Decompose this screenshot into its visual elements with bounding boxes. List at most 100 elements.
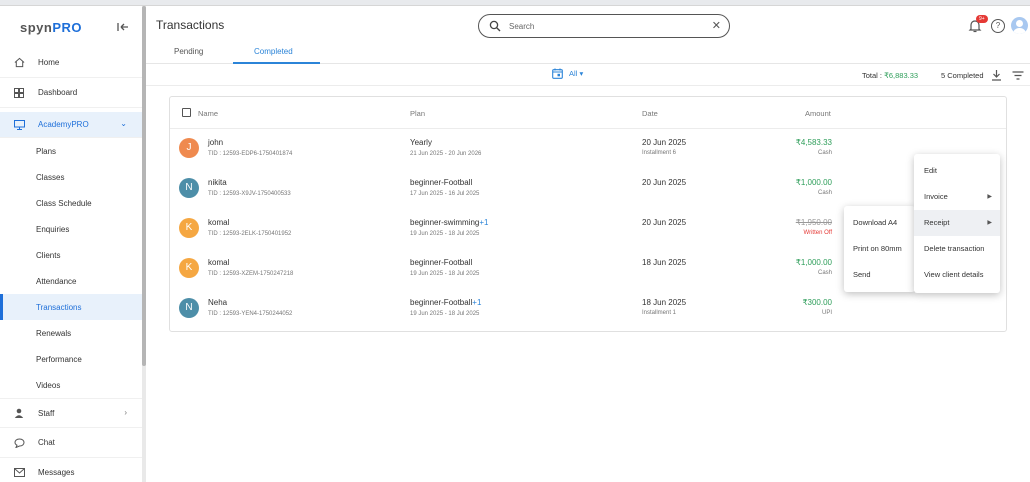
sidebar-subitem-transactions[interactable]: Transactions	[0, 294, 145, 320]
payment-mode: Cash	[817, 270, 832, 276]
menu-item-print-80mm[interactable]: Print on 80mm	[844, 236, 915, 262]
client-avatar: N	[179, 178, 199, 198]
home-icon	[12, 56, 26, 70]
filter-icon[interactable]	[1012, 71, 1024, 80]
payment-mode: Cash	[817, 190, 832, 196]
menu-item-download-a4[interactable]: Download A4	[844, 210, 915, 236]
calendar-icon[interactable]	[552, 68, 563, 79]
monitor-icon	[12, 118, 26, 132]
page-title: Transactions	[156, 18, 225, 32]
installment-label: Installment 1	[642, 310, 677, 316]
sidebar-item-chat[interactable]: Chat	[0, 428, 145, 458]
plan-period: 19 Jun 2025 - 18 Jul 2025	[410, 271, 480, 277]
dashboard-icon	[12, 86, 26, 100]
menu-item-send[interactable]: Send	[844, 262, 915, 288]
transaction-date: 18 Jun 2025	[642, 258, 687, 267]
sidebar-subitem-attendance[interactable]: Attendance	[0, 268, 145, 294]
logo-row: spynPRO	[0, 6, 145, 48]
sidebar-subitem-clients[interactable]: Clients	[0, 242, 145, 268]
search-icon	[489, 20, 501, 32]
transaction-id: TID : 12593-EDP6-1750401874	[208, 151, 293, 157]
client-name[interactable]: john	[208, 138, 223, 147]
sidebar-subitem-class-schedule[interactable]: Class Schedule	[0, 190, 145, 216]
collapse-sidebar-icon[interactable]	[116, 20, 130, 34]
client-name[interactable]: komal	[208, 218, 229, 227]
menu-item-edit[interactable]: Edit	[914, 158, 1000, 184]
plan-name: beginner-Football	[410, 178, 473, 187]
client-name[interactable]: komal	[208, 258, 229, 267]
menu-item-invoice[interactable]: Invoice ▶	[914, 184, 1000, 210]
client-name[interactable]: nikita	[208, 178, 227, 187]
sidebar-subitem-plans[interactable]: Plans	[0, 138, 145, 164]
column-header-date: Date	[642, 109, 658, 118]
header: Transactions ✕ 9+ ?	[146, 6, 1030, 44]
payment-mode: Cash	[817, 150, 832, 156]
table-row[interactable]: N Neha TID : 12593-YEN4-1750244052 beginner…	[170, 289, 1006, 329]
plan-extra-count: +1	[479, 218, 489, 227]
sidebar-item-academypro[interactable]: AcademyPRO ⌄	[0, 112, 145, 138]
caret-down-icon: ▾	[579, 69, 584, 78]
transaction-date: 20 Jun 2025	[642, 138, 687, 147]
sidebar-subitem-renewals[interactable]: Renewals	[0, 320, 145, 346]
client-avatar: N	[179, 298, 199, 318]
filter-bar: All ▾ Total : ₹6,883.33 5 Completed	[146, 64, 1030, 86]
search-box[interactable]: ✕	[478, 14, 730, 38]
tab-completed[interactable]: Completed	[254, 47, 293, 56]
sidebar-item-label: Chat	[38, 438, 55, 447]
chevron-right-icon: ›	[124, 408, 127, 417]
transaction-date: 20 Jun 2025	[642, 178, 687, 187]
plan-name: Yearly	[410, 138, 432, 147]
sidebar-subitem-videos[interactable]: Videos	[0, 372, 145, 398]
plan-period: 19 Jun 2025 - 18 Jul 2025	[410, 231, 480, 237]
sidebar-item-label: Home	[38, 58, 60, 67]
payment-mode: Written Off	[803, 230, 832, 236]
transaction-date: 18 Jun 2025	[642, 298, 687, 307]
installment-label: Installment 6	[642, 150, 677, 156]
chevron-down-icon: ⌄	[120, 119, 127, 128]
clear-search-icon[interactable]: ✕	[712, 20, 721, 32]
sidebar-subitem-enquiries[interactable]: Enquiries	[0, 216, 145, 242]
menu-item-receipt[interactable]: Receipt ▶	[914, 210, 1000, 236]
download-icon[interactable]	[991, 69, 1002, 81]
sidebar: spynPRO Home Dashboard AcademyPRO ⌄ Plan…	[0, 6, 146, 482]
transaction-id: TID : 12593-XZEM-1750247218	[208, 271, 294, 277]
transaction-id: TID : 12593-2ELK-1750401952	[208, 231, 292, 237]
plan-name: beginner-swimming+1	[410, 218, 489, 227]
sidebar-item-home[interactable]: Home	[0, 48, 145, 78]
select-all-checkbox[interactable]	[182, 108, 191, 117]
receipt-submenu: Download A4 Print on 80mm Send	[844, 206, 915, 292]
transaction-amount: ₹1,000.00	[795, 178, 832, 187]
sidebar-subitem-classes[interactable]: Classes	[0, 164, 145, 190]
menu-item-view-client-details[interactable]: View client details	[914, 262, 1000, 288]
mail-icon	[12, 466, 26, 480]
transaction-id: TID : 12593-X9JV-1750400533	[208, 191, 291, 197]
sidebar-item-dashboard[interactable]: Dashboard	[0, 78, 145, 108]
menu-item-delete-transaction[interactable]: Delete transaction	[914, 236, 1000, 262]
table-row[interactable]: Nnikita TID : 12593-X9JV-1750400533 beginn…	[170, 169, 1006, 209]
date-range-select[interactable]: All ▾	[569, 69, 583, 78]
client-avatar: K	[179, 218, 199, 238]
tab-pending[interactable]: Pending	[174, 47, 203, 56]
sidebar-subitem-performance[interactable]: Performance	[0, 346, 145, 372]
help-icon[interactable]: ?	[991, 19, 1005, 33]
transaction-amount: ₹4,583.33	[795, 138, 832, 147]
notification-badge: 9+	[976, 15, 988, 23]
plan-period: 21 Jun 2025 - 20 Jun 2026	[410, 151, 482, 157]
table-row[interactable]: Jjohn TID : 12593-EDP6-1750401874 Yearly 21…	[170, 129, 1006, 169]
caret-right-icon: ▶	[987, 220, 992, 226]
avatar[interactable]	[1011, 17, 1028, 34]
total-amount: Total : ₹6,883.33	[862, 71, 919, 80]
transaction-tabs: Pending Completed	[146, 44, 1030, 64]
client-name[interactable]: Neha	[208, 298, 227, 307]
sidebar-item-staff[interactable]: Staff ›	[0, 398, 145, 428]
plan-extra-count: +1	[472, 298, 482, 307]
sidebar-item-label: Messages	[38, 468, 75, 477]
chat-icon	[12, 436, 26, 450]
transaction-amount: ₹1,950.00	[795, 218, 832, 227]
logo: spynPRO	[20, 19, 83, 35]
sidebar-item-messages[interactable]: Messages	[0, 458, 145, 482]
transaction-amount: ₹1,000.00	[795, 258, 832, 267]
sidebar-item-label: AcademyPRO	[38, 120, 89, 129]
search-input[interactable]	[509, 21, 699, 31]
transaction-amount: ₹300.00	[802, 298, 832, 307]
